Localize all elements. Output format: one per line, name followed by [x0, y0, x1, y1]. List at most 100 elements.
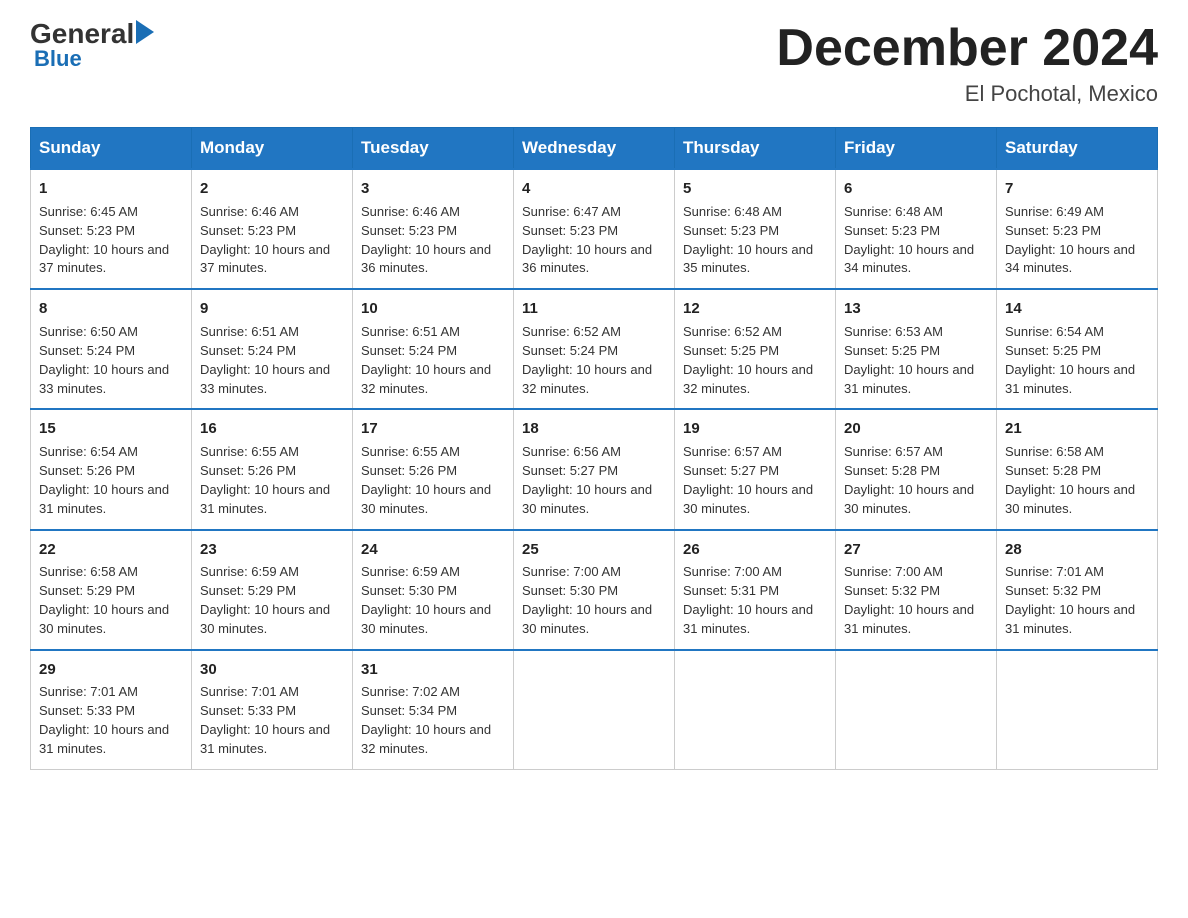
table-row: 11 Sunrise: 6:52 AMSunset: 5:24 PMDaylig… — [514, 289, 675, 409]
table-row: 19 Sunrise: 6:57 AMSunset: 5:27 PMDaylig… — [675, 409, 836, 529]
header-row: Sunday Monday Tuesday Wednesday Thursday… — [31, 128, 1158, 170]
day-number: 15 — [39, 418, 183, 440]
col-sunday: Sunday — [31, 128, 192, 170]
logo: General Blue — [30, 20, 154, 72]
day-info: Sunrise: 6:58 AMSunset: 5:28 PMDaylight:… — [1005, 444, 1135, 516]
table-row: 28 Sunrise: 7:01 AMSunset: 5:32 PMDaylig… — [997, 530, 1158, 650]
logo-text-blue: Blue — [34, 46, 82, 72]
day-info: Sunrise: 7:01 AMSunset: 5:32 PMDaylight:… — [1005, 564, 1135, 636]
calendar-row: 29 Sunrise: 7:01 AMSunset: 5:33 PMDaylig… — [31, 650, 1158, 770]
day-info: Sunrise: 6:53 AMSunset: 5:25 PMDaylight:… — [844, 324, 974, 396]
logo-text-general: General — [30, 20, 134, 48]
day-number: 23 — [200, 539, 344, 561]
table-row — [836, 650, 997, 770]
day-info: Sunrise: 6:52 AMSunset: 5:25 PMDaylight:… — [683, 324, 813, 396]
day-number: 20 — [844, 418, 988, 440]
day-number: 29 — [39, 659, 183, 681]
day-info: Sunrise: 6:56 AMSunset: 5:27 PMDaylight:… — [522, 444, 652, 516]
day-number: 1 — [39, 178, 183, 200]
day-info: Sunrise: 7:00 AMSunset: 5:32 PMDaylight:… — [844, 564, 974, 636]
day-number: 22 — [39, 539, 183, 561]
table-row: 24 Sunrise: 6:59 AMSunset: 5:30 PMDaylig… — [353, 530, 514, 650]
table-row: 8 Sunrise: 6:50 AMSunset: 5:24 PMDayligh… — [31, 289, 192, 409]
day-info: Sunrise: 6:58 AMSunset: 5:29 PMDaylight:… — [39, 564, 169, 636]
col-friday: Friday — [836, 128, 997, 170]
day-number: 21 — [1005, 418, 1149, 440]
day-number: 11 — [522, 298, 666, 320]
day-info: Sunrise: 7:00 AMSunset: 5:31 PMDaylight:… — [683, 564, 813, 636]
day-info: Sunrise: 6:55 AMSunset: 5:26 PMDaylight:… — [200, 444, 330, 516]
day-info: Sunrise: 6:59 AMSunset: 5:29 PMDaylight:… — [200, 564, 330, 636]
calendar-table: Sunday Monday Tuesday Wednesday Thursday… — [30, 127, 1158, 770]
table-row: 20 Sunrise: 6:57 AMSunset: 5:28 PMDaylig… — [836, 409, 997, 529]
table-row — [514, 650, 675, 770]
logo-arrow-icon — [136, 20, 154, 44]
day-info: Sunrise: 7:01 AMSunset: 5:33 PMDaylight:… — [200, 684, 330, 756]
day-number: 28 — [1005, 539, 1149, 561]
day-number: 24 — [361, 539, 505, 561]
table-row: 5 Sunrise: 6:48 AMSunset: 5:23 PMDayligh… — [675, 169, 836, 289]
table-row: 26 Sunrise: 7:00 AMSunset: 5:31 PMDaylig… — [675, 530, 836, 650]
table-row: 2 Sunrise: 6:46 AMSunset: 5:23 PMDayligh… — [192, 169, 353, 289]
day-info: Sunrise: 6:51 AMSunset: 5:24 PMDaylight:… — [200, 324, 330, 396]
day-number: 13 — [844, 298, 988, 320]
day-info: Sunrise: 6:47 AMSunset: 5:23 PMDaylight:… — [522, 204, 652, 276]
col-monday: Monday — [192, 128, 353, 170]
day-info: Sunrise: 6:59 AMSunset: 5:30 PMDaylight:… — [361, 564, 491, 636]
day-number: 18 — [522, 418, 666, 440]
day-info: Sunrise: 6:48 AMSunset: 5:23 PMDaylight:… — [683, 204, 813, 276]
day-number: 3 — [361, 178, 505, 200]
calendar-row: 22 Sunrise: 6:58 AMSunset: 5:29 PMDaylig… — [31, 530, 1158, 650]
day-number: 25 — [522, 539, 666, 561]
day-info: Sunrise: 7:00 AMSunset: 5:30 PMDaylight:… — [522, 564, 652, 636]
calendar-row: 8 Sunrise: 6:50 AMSunset: 5:24 PMDayligh… — [31, 289, 1158, 409]
table-row: 14 Sunrise: 6:54 AMSunset: 5:25 PMDaylig… — [997, 289, 1158, 409]
table-row: 1 Sunrise: 6:45 AMSunset: 5:23 PMDayligh… — [31, 169, 192, 289]
table-row: 30 Sunrise: 7:01 AMSunset: 5:33 PMDaylig… — [192, 650, 353, 770]
day-info: Sunrise: 6:55 AMSunset: 5:26 PMDaylight:… — [361, 444, 491, 516]
day-number: 27 — [844, 539, 988, 561]
day-info: Sunrise: 6:57 AMSunset: 5:27 PMDaylight:… — [683, 444, 813, 516]
table-row — [997, 650, 1158, 770]
day-number: 14 — [1005, 298, 1149, 320]
table-row: 25 Sunrise: 7:00 AMSunset: 5:30 PMDaylig… — [514, 530, 675, 650]
day-number: 5 — [683, 178, 827, 200]
day-info: Sunrise: 6:46 AMSunset: 5:23 PMDaylight:… — [200, 204, 330, 276]
day-number: 10 — [361, 298, 505, 320]
day-info: Sunrise: 6:48 AMSunset: 5:23 PMDaylight:… — [844, 204, 974, 276]
table-row: 6 Sunrise: 6:48 AMSunset: 5:23 PMDayligh… — [836, 169, 997, 289]
day-number: 6 — [844, 178, 988, 200]
table-row: 10 Sunrise: 6:51 AMSunset: 5:24 PMDaylig… — [353, 289, 514, 409]
day-number: 8 — [39, 298, 183, 320]
table-row: 27 Sunrise: 7:00 AMSunset: 5:32 PMDaylig… — [836, 530, 997, 650]
table-row: 21 Sunrise: 6:58 AMSunset: 5:28 PMDaylig… — [997, 409, 1158, 529]
day-number: 2 — [200, 178, 344, 200]
day-number: 4 — [522, 178, 666, 200]
day-number: 31 — [361, 659, 505, 681]
title-section: December 2024 El Pochotal, Mexico — [776, 20, 1158, 107]
table-row: 23 Sunrise: 6:59 AMSunset: 5:29 PMDaylig… — [192, 530, 353, 650]
day-info: Sunrise: 6:50 AMSunset: 5:24 PMDaylight:… — [39, 324, 169, 396]
page-header: General Blue December 2024 El Pochotal, … — [30, 20, 1158, 107]
table-row — [675, 650, 836, 770]
day-info: Sunrise: 6:54 AMSunset: 5:26 PMDaylight:… — [39, 444, 169, 516]
day-number: 19 — [683, 418, 827, 440]
day-info: Sunrise: 6:57 AMSunset: 5:28 PMDaylight:… — [844, 444, 974, 516]
location: El Pochotal, Mexico — [776, 81, 1158, 107]
day-info: Sunrise: 7:02 AMSunset: 5:34 PMDaylight:… — [361, 684, 491, 756]
table-row: 4 Sunrise: 6:47 AMSunset: 5:23 PMDayligh… — [514, 169, 675, 289]
day-info: Sunrise: 6:46 AMSunset: 5:23 PMDaylight:… — [361, 204, 491, 276]
table-row: 9 Sunrise: 6:51 AMSunset: 5:24 PMDayligh… — [192, 289, 353, 409]
table-row: 3 Sunrise: 6:46 AMSunset: 5:23 PMDayligh… — [353, 169, 514, 289]
month-title: December 2024 — [776, 20, 1158, 77]
table-row: 13 Sunrise: 6:53 AMSunset: 5:25 PMDaylig… — [836, 289, 997, 409]
col-saturday: Saturday — [997, 128, 1158, 170]
col-wednesday: Wednesday — [514, 128, 675, 170]
day-info: Sunrise: 6:49 AMSunset: 5:23 PMDaylight:… — [1005, 204, 1135, 276]
table-row: 17 Sunrise: 6:55 AMSunset: 5:26 PMDaylig… — [353, 409, 514, 529]
col-thursday: Thursday — [675, 128, 836, 170]
table-row: 18 Sunrise: 6:56 AMSunset: 5:27 PMDaylig… — [514, 409, 675, 529]
table-row: 31 Sunrise: 7:02 AMSunset: 5:34 PMDaylig… — [353, 650, 514, 770]
day-info: Sunrise: 7:01 AMSunset: 5:33 PMDaylight:… — [39, 684, 169, 756]
col-tuesday: Tuesday — [353, 128, 514, 170]
